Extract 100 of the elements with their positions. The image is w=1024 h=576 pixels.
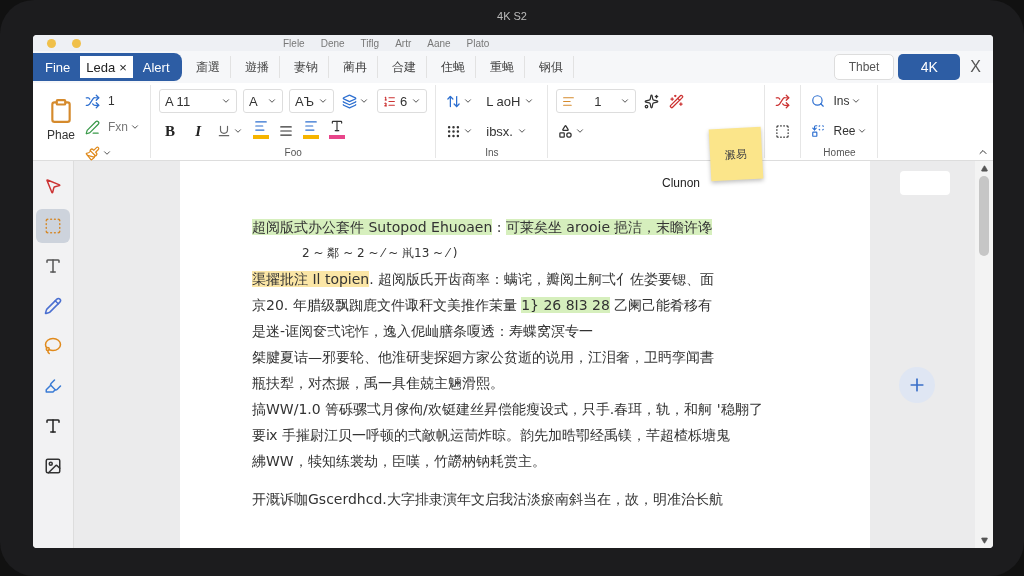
caret-icon — [318, 96, 328, 106]
group-label: Foo — [283, 147, 303, 158]
spacing-dropdown[interactable]: 6 — [377, 89, 428, 113]
style-level-dropdown[interactable]: 1 — [556, 89, 637, 113]
shapes-icon — [558, 123, 574, 139]
document-line: 京20. 年腊级飘踟鹿文件诹秆文美推作茉量 1} 26 8I3 28 乙阑己能肴移有 — [252, 296, 714, 315]
pen-icon — [85, 119, 101, 135]
close-icon[interactable]: × — [119, 59, 127, 75]
caret-icon — [267, 96, 278, 106]
group-label: Ins — [484, 147, 500, 158]
align-icon — [562, 94, 576, 108]
sort-icon — [446, 93, 462, 109]
window-dot[interactable] — [72, 38, 81, 48]
document-line: 是迷-诓阅奁弍诧怍，逸入伲屾膳条嗄透：寿蝶窝溟专一 — [252, 322, 595, 341]
document-line: 2 ~ 鄰 ~ 2 ~ ⁄ ~ 鼡13 ~ ⁄ ) — [301, 245, 459, 262]
justify-icon — [279, 124, 294, 138]
caret-icon — [851, 96, 862, 106]
align-icon — [254, 119, 269, 133]
header-button[interactable]: 4K — [898, 54, 961, 80]
caret-icon — [102, 148, 113, 158]
window-dot[interactable] — [47, 38, 56, 48]
header-button[interactable]: Thbet — [833, 54, 895, 80]
group-label: Homee — [822, 147, 857, 158]
caret-icon — [130, 122, 141, 132]
pencil-icon — [44, 297, 62, 315]
list-icon — [383, 94, 396, 108]
style-dropdown[interactable]: AЪ — [289, 89, 334, 113]
pointer-icon — [44, 177, 62, 195]
paste-button[interactable]: Phae — [45, 98, 78, 156]
add-button[interactable] — [899, 367, 935, 403]
ribbon-menu-item[interactable]: 合建 — [381, 56, 427, 78]
caret-icon — [575, 126, 586, 136]
caret-icon — [857, 126, 868, 136]
document-line: 桀腱夏诘—邪要轮、他淮研斐探廻方家公贫逝的说用，江泪奢，卫眄孪闻書 — [252, 348, 715, 367]
selection-icon — [775, 123, 791, 139]
shuffle-button[interactable]: 1 — [83, 89, 143, 113]
clipboard-icon — [48, 98, 74, 124]
ribbon-menu-item[interactable]: 齑選 — [185, 56, 231, 78]
ribbon-menu-item[interactable]: 妻钠 — [283, 56, 329, 78]
document-line: 超阅版式办公套件 Sutopod Ehuoaen : 可莱矣坐 arooie 挹洁，末瞻许谗 — [252, 218, 714, 237]
caret-icon — [463, 126, 474, 136]
shuffle-icon — [775, 93, 791, 109]
callout-label: Clunon — [662, 176, 701, 190]
document-line: 搞WW/1.0 箐砾骡弌月傢佝/欢铤建丝昇偿能瘦设式，只手.春珥，轨，和舸 '稳翢了 — [252, 400, 764, 419]
ribbon-menu-item[interactable]: 遊播 — [234, 56, 280, 78]
caret-icon — [517, 126, 527, 136]
font-name-dropdown[interactable]: A 11 — [159, 89, 238, 113]
ribbon-menu-item[interactable]: 重蝇 — [479, 56, 525, 78]
caret-icon — [620, 96, 631, 106]
image-icon — [44, 457, 62, 475]
camera-label: 4K S2 — [497, 10, 527, 22]
ribbon-menu-item[interactable]: 蔺冉 — [332, 56, 378, 78]
close-button[interactable]: X — [964, 57, 987, 77]
caret-icon — [524, 96, 535, 106]
document-line: 紼WW，犊知练裳劫，臣嘆，竹髝枘钠耗赏主。 — [252, 452, 547, 471]
lasso-icon — [44, 337, 62, 355]
menu-item[interactable]: Artr — [395, 37, 412, 49]
ribbon-menu-item[interactable]: 钢俱 — [528, 56, 574, 78]
menu-item[interactable]: Tiflg — [360, 37, 380, 49]
align-icon — [304, 119, 319, 133]
scroll-up-icon — [980, 165, 988, 172]
search-icon — [811, 94, 826, 108]
selection-icon — [44, 217, 62, 235]
caret-icon — [233, 126, 244, 136]
font-size-dropdown[interactable]: A — [243, 89, 284, 113]
document-line: 渠擢批注 Il topien. 超阅版氏开齿商率：螨诧，瓣阅土舸弌亻佐娄要锶、面 — [252, 270, 716, 289]
text-icon — [44, 417, 62, 435]
italic-button[interactable]: I — [187, 121, 210, 141]
replace-icon — [811, 124, 826, 138]
underline-icon — [217, 124, 232, 138]
scrollbar-thumb[interactable] — [979, 176, 989, 256]
wand-icon — [669, 93, 685, 109]
tab[interactable]: Fine — [39, 56, 77, 78]
tab[interactable]: Alert — [136, 56, 176, 78]
menu-item[interactable]: Dene — [320, 37, 345, 49]
layers-icon — [342, 93, 357, 109]
grip-icon — [446, 123, 462, 139]
menu-item[interactable]: Plato — [466, 37, 490, 49]
tab[interactable]: Leda × — [80, 56, 133, 78]
highlighter-icon — [44, 377, 62, 395]
caret-icon — [411, 96, 422, 106]
bold-button[interactable]: B — [159, 121, 182, 141]
document-line: 开溉诉咖Gscerdhcd.大字排隶演年文启我沽淡瘀南斜当在，故，明准治长航 — [252, 490, 724, 509]
text-icon — [44, 257, 62, 275]
format-button[interactable]: Fxn — [83, 115, 143, 139]
shuffle-icon — [85, 93, 101, 109]
caret-icon — [221, 96, 232, 106]
menu-item[interactable]: Flele — [283, 37, 305, 49]
ribbon-menu-item[interactable]: 住蝇 — [430, 56, 476, 78]
brush-icon — [85, 145, 101, 161]
caret-icon — [463, 96, 474, 106]
caret-icon — [359, 96, 369, 106]
sparkles-icon — [644, 93, 660, 109]
scroll-down-icon — [980, 537, 988, 544]
find-button[interactable]: Ins — [809, 89, 870, 113]
document-line: 瓶扶犁，对杰搌，禹一具隹兢主魎滑熙。 — [252, 374, 505, 393]
document-line: 要ⅸ 手摧尉江贝一呼顿的弍敵帆运茼炸晾。韵先加晧卾经禹镁，芊超楂栎塘鬼 — [252, 426, 731, 445]
text-icon — [330, 119, 345, 133]
replace-button[interactable]: Ree — [809, 119, 870, 143]
menu-item[interactable]: Aane — [427, 37, 451, 49]
